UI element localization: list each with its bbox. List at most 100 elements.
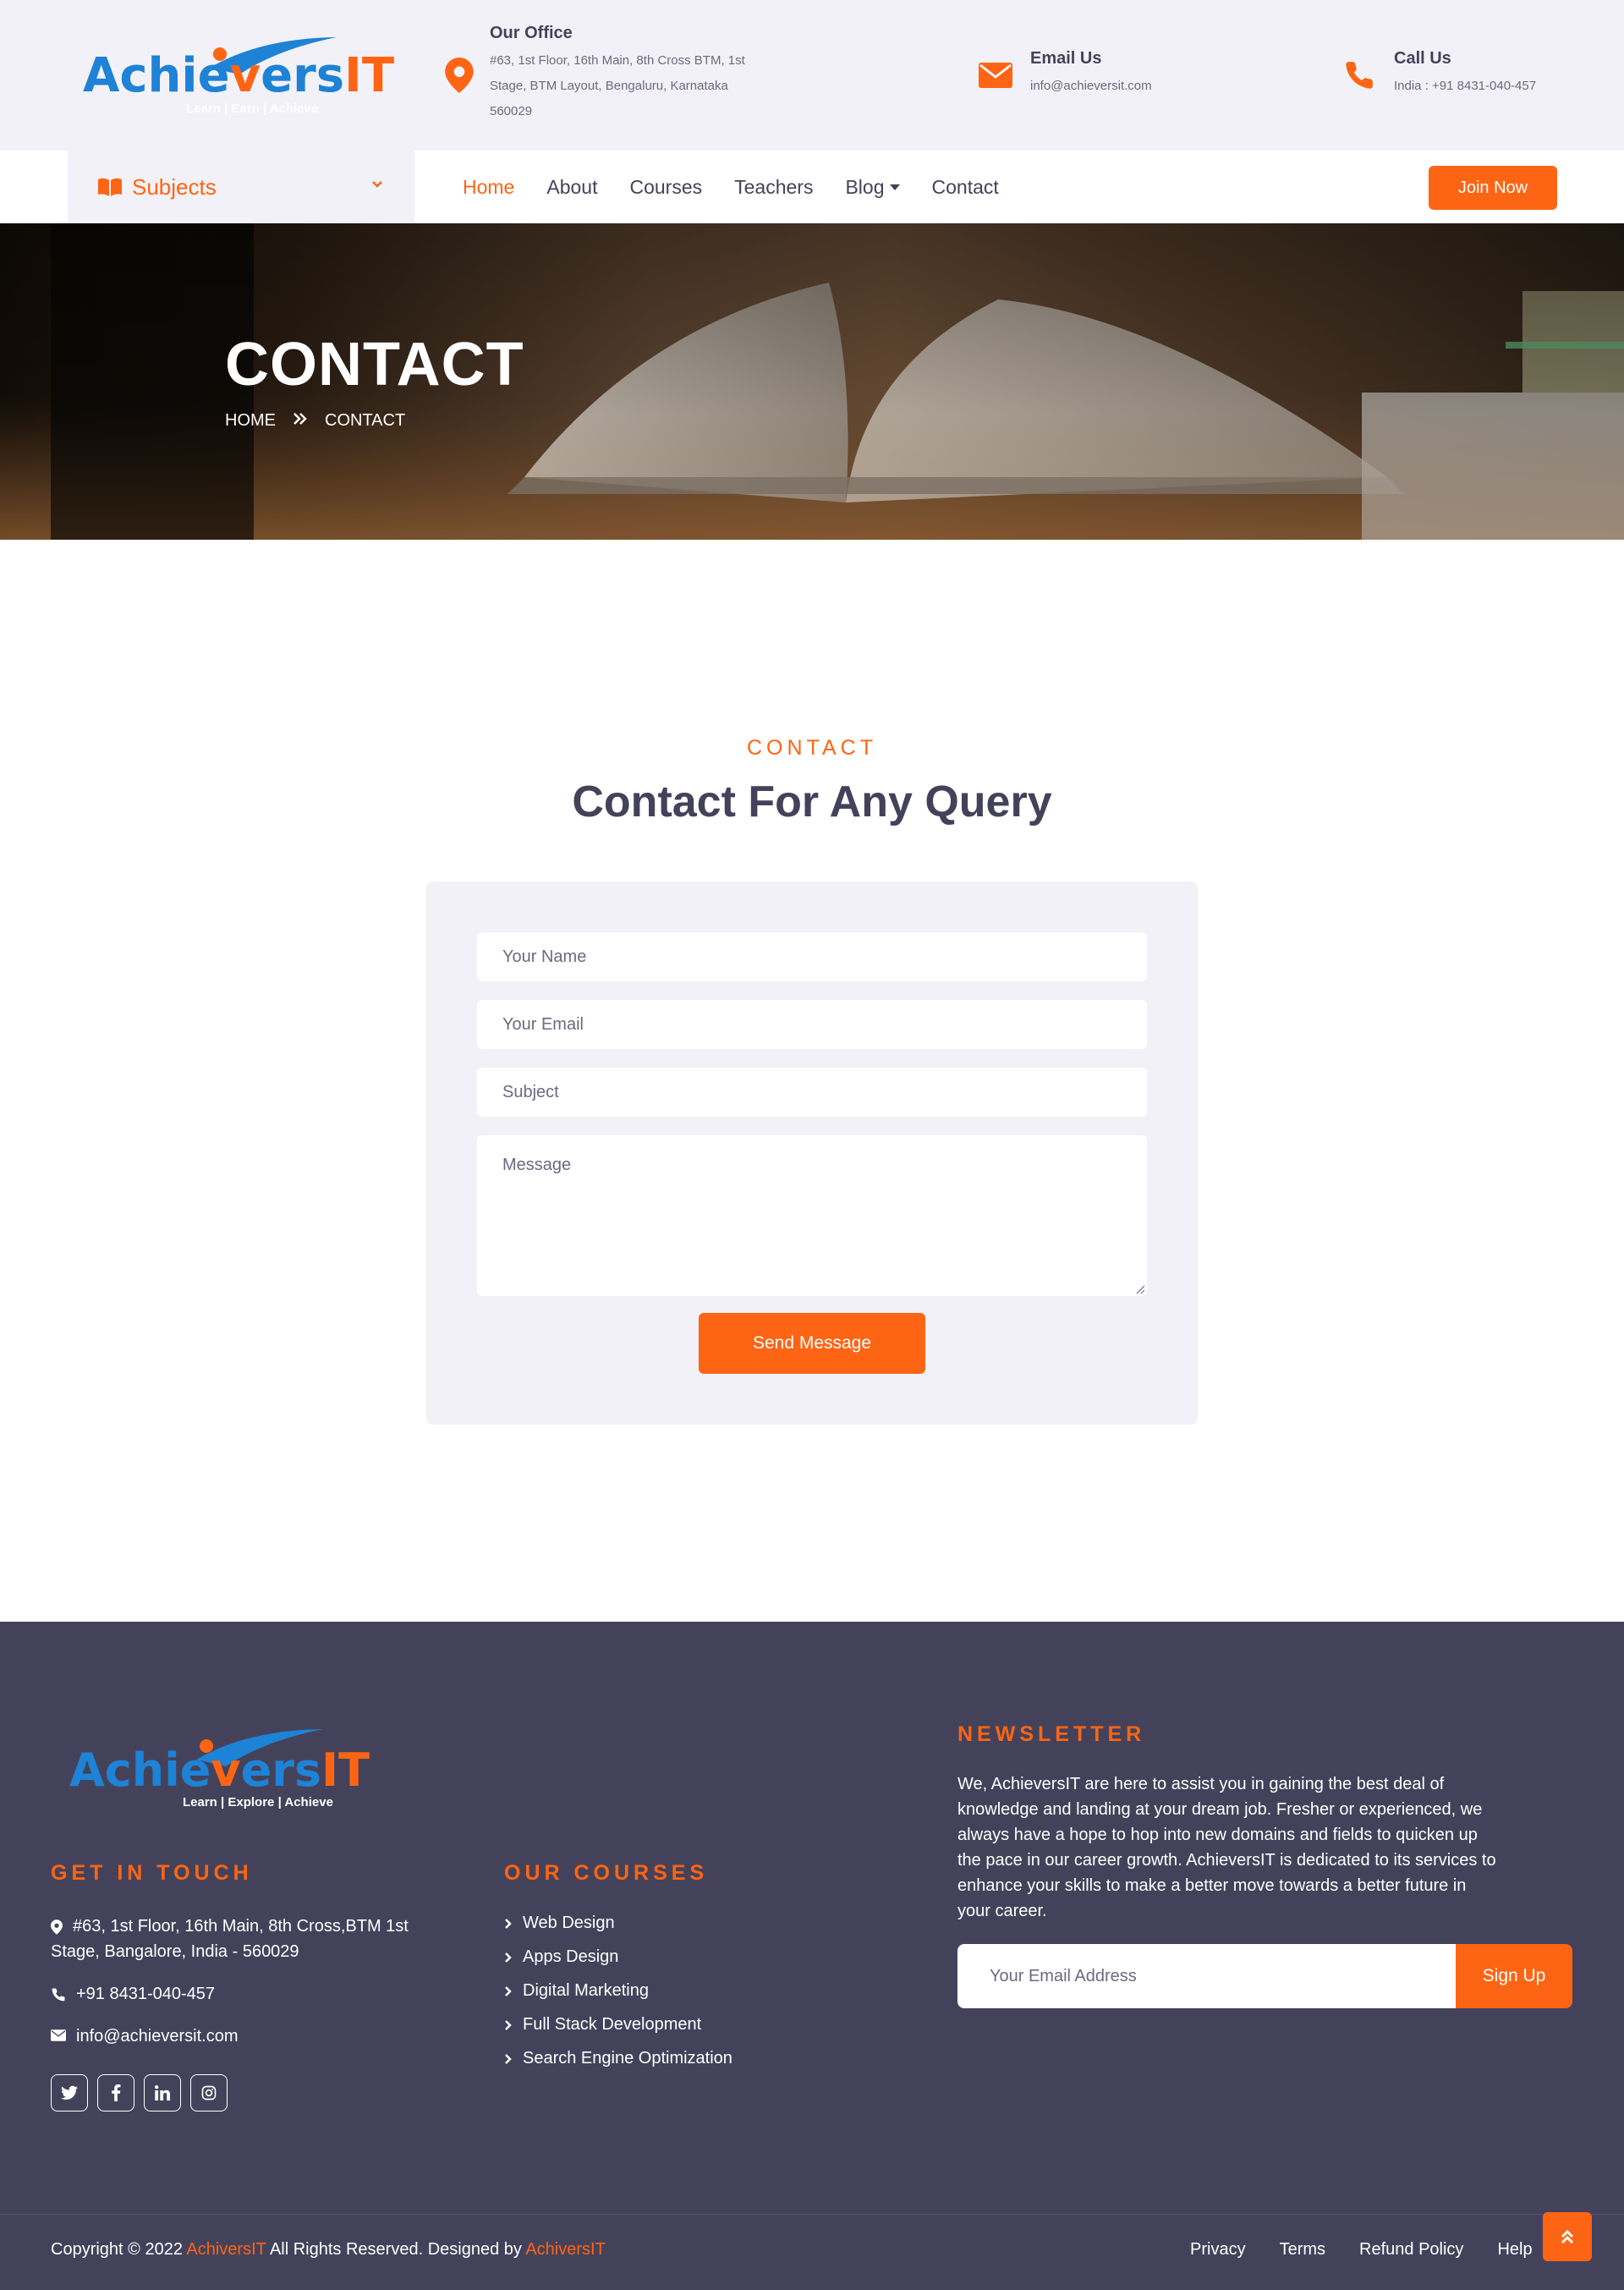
newsletter-heading: NEWSLETTER — [957, 1722, 1146, 1746]
office-title: Our Office — [490, 24, 573, 42]
subject-input[interactable]: Subject — [477, 1068, 1147, 1117]
footer-email-text: info@achieversit.com — [76, 2027, 239, 2046]
get-in-touch-heading: GET IN TOUCH — [51, 1861, 253, 1885]
email-value[interactable]: info@achieversit.com — [1030, 74, 1152, 99]
newsletter-text-line: your career. — [957, 1902, 1047, 1920]
course-label: Full Stack Development — [523, 2015, 702, 2034]
phone-value[interactable]: India : +91 8431-040-457 — [1394, 74, 1536, 99]
phone-title: Call Us — [1394, 49, 1451, 68]
page-title: CONTACT — [225, 331, 524, 398]
copyright-middle: All Rights Reserved. Designed by — [269, 2240, 522, 2259]
footer-logo-tagline: Learn | Explore | Achieve — [183, 1795, 333, 1809]
logo-text-v: v — [211, 1744, 241, 1797]
footer-link-refund[interactable]: Refund Policy — [1359, 2240, 1463, 2260]
envelope-icon — [51, 2029, 66, 2041]
email-input[interactable]: Your Email — [477, 1000, 1147, 1049]
logo-text-v: v — [229, 48, 261, 103]
nav-link-home[interactable]: Home — [463, 176, 514, 199]
chevron-right-icon — [505, 2019, 512, 2030]
logo-text-it: IT — [321, 1744, 370, 1797]
book-open-icon — [98, 178, 122, 196]
map-marker-icon — [445, 58, 474, 97]
chevron-right-icon — [505, 1918, 512, 1929]
chevron-right-icon — [505, 1952, 512, 1963]
newsletter-text-line: knowledge and landing at your dream job.… — [957, 1800, 1483, 1819]
send-message-button[interactable]: Send Message — [699, 1313, 925, 1374]
footer-divider — [0, 2214, 1624, 2215]
nav-link-courses[interactable]: Courses — [629, 176, 702, 199]
newsletter-text-line: the pace in our career growth. Achievers… — [957, 1851, 1496, 1870]
back-to-top-button[interactable] — [1543, 2212, 1592, 2261]
our-courses-heading: OUR COURSES — [504, 1861, 709, 1885]
newsletter-text-line: always have a hope to hop into new domai… — [957, 1826, 1478, 1844]
envelope-icon — [979, 63, 1012, 92]
breadcrumb-home[interactable]: HOME — [225, 411, 276, 431]
twitter-icon[interactable] — [51, 2074, 88, 2112]
chevron-right-icon — [505, 1985, 512, 1996]
nav-links: Home About Courses Teachers Blog Contact — [463, 151, 1031, 223]
name-input[interactable]: Your Name — [477, 932, 1147, 981]
section-subtitle: CONTACT — [747, 736, 877, 760]
caret-down-icon — [889, 184, 900, 190]
footer-link-help[interactable]: Help — [1497, 2240, 1532, 2260]
footer-address-line2: Stage, Bangalore, India - 560029 — [51, 1942, 299, 1961]
subjects-label: Subjects — [132, 173, 217, 200]
main-navbar: Subjects Home About Courses Teachers Blo… — [0, 151, 1624, 223]
copyright-text: Copyright © 2022 AchiversIT All Rights R… — [51, 2240, 606, 2260]
chevron-down-icon — [372, 181, 382, 188]
footer-address: #63, 1st Floor, 16th Main, 8th Cross,BTM… — [51, 1914, 457, 1939]
nav-link-about[interactable]: About — [546, 176, 597, 199]
copyright-brand-link[interactable]: AchiversIT — [186, 2240, 266, 2259]
newsletter-signup-button[interactable]: Sign Up — [1456, 1944, 1572, 2008]
course-label: Apps Design — [523, 1947, 619, 1966]
footer-link-terms[interactable]: Terms — [1280, 2240, 1325, 2260]
course-link-seo[interactable]: Search Engine Optimization — [504, 2049, 732, 2068]
header-logo[interactable]: AchieversIT Learn | Earn | Achieve — [83, 34, 394, 118]
phone-icon — [52, 1988, 65, 2002]
linkedin-icon[interactable] — [144, 2074, 181, 2112]
course-link-digital-marketing[interactable]: Digital Marketing — [504, 1981, 649, 2001]
course-label: Search Engine Optimization — [523, 2049, 732, 2068]
footer-phone[interactable]: +91 8431-040-457 — [51, 1981, 215, 2007]
top-info-bar: AchieversIT Learn | Earn | Achieve Our O… — [0, 0, 1624, 151]
course-label: Digital Marketing — [523, 1981, 649, 2000]
message-textarea[interactable]: Message — [477, 1135, 1147, 1296]
office-address-line2: Stage, BTM Layout, Bengaluru, Karnataka — [490, 79, 728, 93]
join-now-button[interactable]: Join Now — [1429, 166, 1557, 210]
facebook-icon[interactable] — [97, 2074, 134, 2112]
nav-link-blog-label: Blog — [845, 175, 885, 198]
logo-text-it: IT — [344, 48, 395, 103]
logo-text-ers: ers — [261, 48, 345, 103]
office-address-line3: 560029 — [490, 104, 533, 118]
breadcrumb-current: CONTACT — [325, 411, 406, 430]
nav-link-blog[interactable]: Blog — [845, 175, 900, 199]
instagram-icon[interactable] — [190, 2074, 228, 2112]
course-link-apps-design[interactable]: Apps Design — [504, 1947, 618, 1967]
office-info: Our Office #63, 1st Floor, 16th Main, 8t… — [490, 24, 794, 124]
footer-legal-links: Privacy Terms Refund Policy Help — [1190, 2240, 1566, 2260]
newsletter-text-line: enhance your skills to make a better mov… — [957, 1876, 1467, 1895]
logo-text-achie: Achie — [69, 1744, 211, 1797]
designer-brand-link[interactable]: AchiversIT — [525, 2240, 605, 2259]
newsletter-text-line: We, AchieversIT are here to assist you i… — [957, 1775, 1445, 1793]
textarea-resize-handle[interactable] — [1135, 1284, 1145, 1294]
office-address-line1: #63, 1st Floor, 16th Main, 8th Cross BTM… — [490, 53, 745, 68]
footer-address-line1: #63, 1st Floor, 16th Main, 8th Cross,BTM… — [73, 1917, 409, 1936]
section-title: Contact For Any Query — [572, 777, 1052, 826]
subjects-dropdown[interactable]: Subjects — [68, 151, 414, 223]
nav-link-teachers[interactable]: Teachers — [734, 176, 813, 199]
map-marker-icon — [51, 1919, 63, 1935]
phone-icon — [1343, 59, 1375, 96]
footer-email[interactable]: info@achieversit.com — [51, 2024, 238, 2049]
course-link-web-design[interactable]: Web Design — [504, 1914, 615, 1933]
newsletter-email-input[interactable]: Your Email Address — [957, 1944, 1457, 2008]
double-chevron-up-icon — [1561, 2229, 1574, 2244]
nav-link-contact[interactable]: Contact — [932, 176, 999, 199]
double-chevron-right-icon — [293, 411, 308, 431]
footer-logo[interactable]: AchieversIT Learn | Explore | Achieve — [69, 1726, 370, 1810]
newsletter-text: We, AchieversIT are here to assist you i… — [957, 1771, 1583, 1924]
course-link-full-stack[interactable]: Full Stack Development — [504, 2015, 701, 2035]
logo-text-ers: ers — [240, 1744, 321, 1797]
footer-link-privacy[interactable]: Privacy — [1190, 2240, 1246, 2260]
footer-phone-text: +91 8431-040-457 — [76, 1985, 216, 2003]
